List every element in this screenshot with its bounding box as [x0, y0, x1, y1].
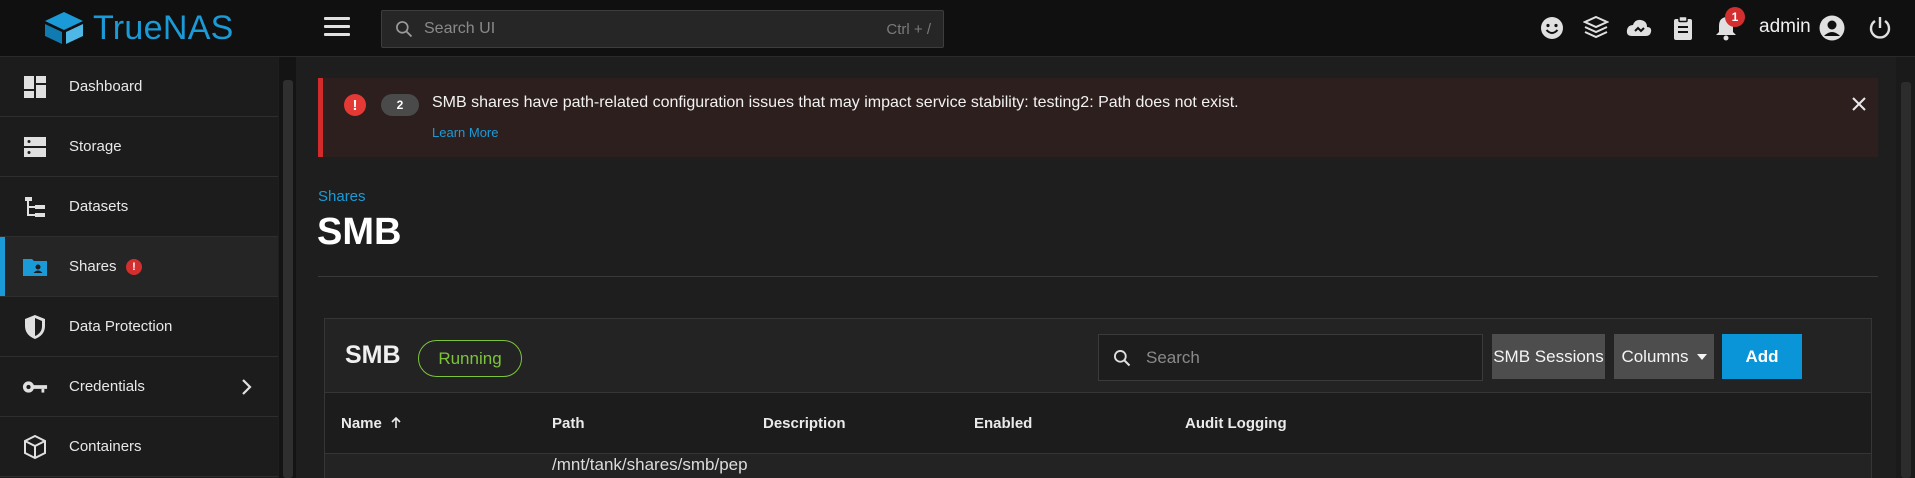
- search-placeholder: Search: [1146, 347, 1200, 367]
- main-scrollbar-thumb[interactable]: [1901, 82, 1911, 478]
- jobs-clipboard-icon[interactable]: [1668, 13, 1698, 43]
- key-icon: [22, 374, 48, 400]
- column-header-path[interactable]: Path: [552, 415, 585, 432]
- page-title: SMB: [317, 211, 402, 253]
- sidebar-item-label: Credentials: [69, 378, 145, 395]
- sidebar-item-shares[interactable]: Shares !: [0, 237, 278, 297]
- shield-icon: [22, 314, 48, 340]
- table-header: Name Path Description Enabled Audit Logg…: [325, 392, 1871, 454]
- column-header-enabled[interactable]: Enabled: [974, 415, 1032, 432]
- logo-text: TrueNAS: [93, 8, 234, 47]
- sidebar-item-label: Shares: [69, 258, 117, 275]
- header-divider: [318, 276, 1878, 277]
- menu-toggle-button[interactable]: [324, 17, 350, 39]
- smb-sessions-button[interactable]: SMB Sessions: [1492, 334, 1605, 379]
- datasets-icon: [22, 194, 48, 220]
- alert-count-badge: 2: [381, 94, 419, 116]
- shares-alert-icon: !: [126, 258, 142, 275]
- row-path-cell: /mnt/tank/shares/smb/pep: [552, 455, 748, 474]
- sidebar-item-label: Containers: [69, 438, 142, 455]
- search-placeholder: Search UI: [424, 20, 496, 37]
- storage-icon: [22, 134, 48, 160]
- sidebar: Dashboard Storage Datasets Shares ! Data…: [0, 57, 278, 478]
- error-icon: !: [344, 94, 366, 116]
- sidebar-item-datasets[interactable]: Datasets: [0, 177, 278, 237]
- columns-button[interactable]: Columns: [1614, 334, 1714, 379]
- column-header-description[interactable]: Description: [763, 415, 846, 432]
- dashboard-icon: [22, 74, 48, 100]
- account-circle-icon[interactable]: [1817, 13, 1847, 43]
- columns-button-label: Columns: [1621, 346, 1689, 366]
- card-title: SMB: [345, 341, 401, 369]
- sidebar-item-label: Datasets: [69, 198, 129, 215]
- user-name[interactable]: admin: [1759, 16, 1811, 38]
- truenas-logo-icon: [45, 12, 83, 44]
- search-shortcut: Ctrl + /: [886, 20, 931, 38]
- global-search-input[interactable]: Search UI Ctrl + /: [381, 10, 944, 48]
- search-icon: [1114, 349, 1131, 366]
- top-bar: TrueNAS Search UI Ctrl + / 1 admin: [0, 0, 1915, 57]
- close-icon[interactable]: [1847, 92, 1871, 116]
- sidebar-item-containers[interactable]: Containers: [0, 417, 278, 477]
- truecommand-icon[interactable]: [1581, 13, 1611, 43]
- add-share-button[interactable]: Add: [1722, 334, 1802, 379]
- learn-more-link[interactable]: Learn More: [432, 125, 498, 140]
- service-status-badge: Running: [418, 340, 522, 377]
- sidebar-item-label: Storage: [69, 138, 122, 155]
- sort-arrow-up-icon: [391, 416, 401, 428]
- table-search-input[interactable]: Search: [1098, 334, 1483, 381]
- sidebar-scrollbar-thumb[interactable]: [283, 80, 293, 478]
- sidebar-item-dashboard[interactable]: Dashboard: [0, 57, 278, 117]
- breadcrumb[interactable]: Shares: [318, 188, 366, 205]
- search-icon: [396, 21, 413, 38]
- sidebar-item-label: Dashboard: [69, 78, 143, 95]
- alert-message: SMB shares have path-related configurati…: [432, 94, 1239, 111]
- sidebar-item-credentials[interactable]: Credentials: [0, 357, 278, 417]
- caret-down-icon: [1696, 353, 1707, 360]
- sidebar-item-data-protection[interactable]: Data Protection: [0, 297, 278, 357]
- column-header-name[interactable]: Name: [341, 415, 401, 432]
- sidebar-item-label: Data Protection: [69, 318, 173, 335]
- column-header-audit-logging[interactable]: Audit Logging: [1185, 415, 1287, 432]
- cube-icon: [22, 434, 48, 460]
- cloud-sync-icon[interactable]: [1624, 13, 1654, 43]
- smb-path-alert: ! 2 SMB shares have path-related configu…: [318, 78, 1878, 157]
- chevron-right-icon: [242, 378, 252, 395]
- shares-folder-icon: [22, 254, 48, 280]
- notification-count-badge: 1: [1725, 7, 1745, 27]
- feedback-icon[interactable]: [1537, 13, 1567, 43]
- sidebar-item-storage[interactable]: Storage: [0, 117, 278, 177]
- smb-shares-card: SMB Running Search SMB Sessions Columns …: [324, 318, 1872, 478]
- truenas-logo[interactable]: TrueNAS: [43, 8, 234, 48]
- power-icon[interactable]: [1865, 13, 1895, 43]
